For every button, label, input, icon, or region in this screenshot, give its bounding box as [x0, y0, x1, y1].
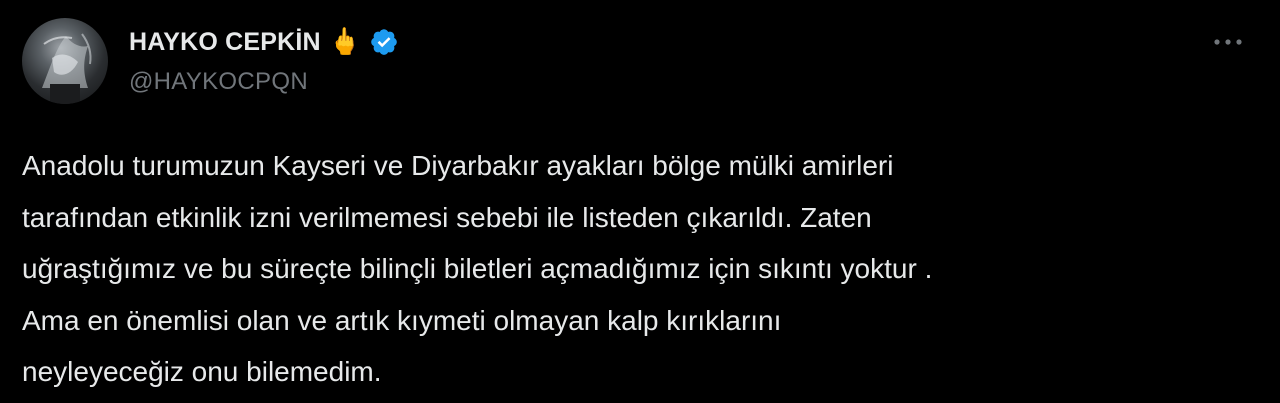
display-name[interactable]: HAYKO CEPKİN: [129, 28, 321, 57]
hand-emoji-icon: 🖕: [328, 27, 362, 57]
avatar-image: [42, 33, 92, 104]
tweet-text-line: uğraştığımız ve bu süreçte bilinçli bile…: [22, 253, 933, 284]
tweet-text-line: Ama en önemlisi olan ve artık kıymeti ol…: [22, 304, 782, 336]
tweet-text-line: tarafından etkinlik izni verilmemesi seb…: [22, 201, 872, 233]
more-horizontal-icon: [1214, 39, 1242, 45]
verified-badge-icon: [371, 29, 397, 55]
author-name-row[interactable]: HAYKO CEPKİN 🖕: [129, 20, 399, 64]
tweet-text-line: Anadolu turumuzun Kayseri ve Diyarbakır …: [22, 150, 894, 181]
tweet-text: Anadolu turumuzun Kayseri ve Diyarbakır …: [22, 140, 1252, 398]
handle[interactable]: @HAYKOCPQN: [129, 68, 308, 96]
avatar[interactable]: [22, 18, 108, 104]
more-options-button[interactable]: [1208, 28, 1248, 56]
tweet-card: HAYKO CEPKİN 🖕 @HAYKOCPQN Anadolu turumu…: [0, 0, 1280, 403]
tweet-text-line: neyleyeceğiz onu bilemedim.: [22, 356, 382, 387]
